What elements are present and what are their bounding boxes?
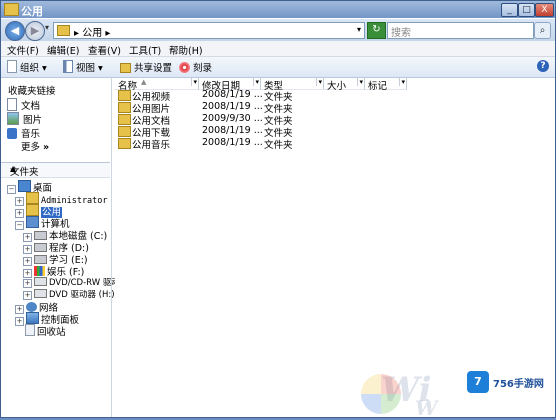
search-input[interactable]: 搜索 ⌕ [387, 22, 551, 39]
breadcrumb-dropdown[interactable]: ▸ [105, 28, 110, 39]
picture-icon [7, 112, 19, 125]
file-list-pane: 名称 ▲ ▾ 修改日期 ▾ 类型 ▾ 大小 ▾ 标记 ▾ 公用视频 2008/1… [115, 78, 555, 420]
folder-icon [118, 90, 131, 101]
organize-label: 组织 [20, 63, 40, 74]
command-bar: 组织 ▾ 视图 ▾ 共享设置 刻录 ? [1, 57, 555, 78]
address-row: ◀ ▶ ▾ ▸ 公用 ▸ ▾ ↻ 搜索 ⌕ [1, 19, 555, 41]
hard-drive-icon [34, 255, 47, 264]
chevron-down-icon[interactable]: ▾ [253, 78, 259, 86]
search-placeholder: 搜索 [391, 28, 411, 39]
network-icon [26, 302, 37, 312]
organize-icon [7, 60, 17, 73]
hard-drive-icon [34, 231, 47, 240]
file-row[interactable]: 公用图片 2008/1/19 ... 文件夹 [118, 101, 408, 115]
chevron-down-icon[interactable]: ▾ [191, 78, 197, 86]
favorite-music[interactable]: 音乐 [7, 126, 40, 140]
file-row[interactable]: 公用下载 2008/1/19 ... 文件夹 [118, 125, 408, 139]
folders-header[interactable]: 文件夹 ▲ [1, 162, 110, 178]
address-dropdown-icon[interactable]: ▾ [357, 25, 361, 34]
tree-item-recycle-bin[interactable]: 回收站 [25, 324, 66, 338]
navigation-pane: 收藏夹链接 文档 图片 音乐 更多 » 文件夹 ▲ − 桌面 + Administr… [1, 78, 128, 417]
share-icon [120, 63, 131, 73]
menu-bar: 文件(F) 编辑(E) 查看(V) 工具(T) 帮助(H) [1, 41, 555, 57]
minimize-button[interactable]: _ [501, 3, 518, 17]
burn-button[interactable]: 刻录 [179, 60, 212, 74]
optical-drive-icon [34, 289, 47, 298]
share-settings-button[interactable]: 共享设置 [120, 60, 172, 74]
favorite-links-header: 收藏夹链接 [8, 86, 56, 97]
breadcrumb-public[interactable]: 公用 [82, 28, 102, 39]
tree-item-dvd-h[interactable]: + DVD 驱动器 (H:) [23, 288, 115, 300]
help-icon[interactable]: ? [537, 60, 549, 72]
folder-icon [118, 102, 131, 113]
control-panel-icon [26, 312, 39, 324]
hard-drive-icon [34, 243, 47, 252]
menu-view[interactable]: 查看(V) [88, 43, 121, 57]
menu-file[interactable]: 文件(F) [7, 43, 39, 57]
file-row[interactable]: 公用音乐 2008/1/19 ... 文件夹 [118, 137, 408, 151]
sort-arrow-icon: ▲ [141, 78, 147, 86]
title-bar[interactable]: 公用 _ □ X [1, 1, 555, 18]
organize-button[interactable]: 组织 ▾ [7, 60, 47, 74]
breadcrumb-separator[interactable]: ▸ [74, 28, 79, 39]
menu-edit[interactable]: 编辑(E) [47, 43, 79, 57]
chevron-down-icon[interactable]: ▾ [316, 78, 322, 86]
desktop-icon [18, 180, 31, 192]
chevron-down-icon: ▾ [42, 63, 47, 74]
folder-icon [118, 138, 131, 149]
menu-help[interactable]: 帮助(H) [169, 43, 203, 57]
user-folder-icon [26, 192, 39, 204]
chevron-right-icon: » [43, 142, 50, 153]
recent-pages-dropdown[interactable]: ▾ [45, 23, 49, 32]
windows-watermark: W [415, 396, 438, 420]
views-label: 视图 [76, 63, 96, 74]
expand-icon[interactable]: + [15, 317, 24, 326]
more-links[interactable]: 更多 » [21, 139, 49, 153]
site-logo: 7 756手游网 [463, 369, 549, 397]
window-title: 公用 [21, 5, 43, 18]
disc-icon [179, 62, 190, 73]
windows-drive-icon [34, 266, 45, 276]
close-button[interactable]: X [535, 3, 554, 17]
menu-tools[interactable]: 工具(T) [129, 43, 161, 57]
refresh-button[interactable]: ↻ [367, 22, 386, 39]
optical-drive-icon [34, 277, 47, 286]
music-icon [7, 128, 17, 139]
expand-icon[interactable]: + [23, 279, 32, 288]
address-bar[interactable]: ▸ 公用 ▸ ▾ [53, 22, 365, 39]
logo-badge-icon: 7 [467, 371, 489, 393]
explorer-window: 公用 _ □ X ◀ ▶ ▾ ▸ 公用 ▸ ▾ ↻ 搜索 ⌕ 文件(F) 编辑(… [0, 0, 556, 420]
expand-icon[interactable]: + [23, 291, 32, 300]
logo-text: 756手游网 [493, 379, 544, 390]
chevron-down-icon[interactable]: ▾ [399, 78, 405, 86]
tree-item-dvd-rw[interactable]: + DVD/CD-RW 驱动器 [23, 276, 128, 288]
folder-icon [118, 126, 131, 137]
file-row[interactable]: 公用文档 2009/9/30 ... 文件夹 [118, 113, 408, 127]
recycle-bin-icon [25, 324, 35, 336]
computer-icon [26, 216, 39, 228]
document-icon [7, 98, 17, 111]
file-row[interactable]: 公用视频 2008/1/19 ... 文件夹 [118, 89, 408, 103]
windows-logo-watermark [361, 374, 401, 414]
favorite-pictures[interactable]: 图片 [7, 112, 42, 126]
chevron-up-icon[interactable]: ▲ [10, 164, 106, 173]
views-icon [63, 60, 73, 73]
forward-button[interactable]: ▶ [25, 21, 45, 41]
folder-icon [4, 3, 19, 16]
maximize-button[interactable]: □ [518, 3, 535, 17]
search-icon[interactable]: ⌕ [534, 22, 551, 39]
share-label: 共享设置 [134, 63, 173, 74]
folder-icon [26, 204, 39, 216]
chevron-down-icon[interactable]: ▾ [357, 78, 363, 86]
back-button[interactable]: ◀ [5, 21, 25, 41]
folder-icon [118, 114, 131, 125]
favorite-documents[interactable]: 文档 [7, 98, 40, 112]
burn-label: 刻录 [193, 63, 213, 74]
chevron-down-icon: ▾ [98, 63, 103, 74]
folder-icon [57, 25, 70, 36]
views-button[interactable]: 视图 ▾ [63, 60, 103, 74]
